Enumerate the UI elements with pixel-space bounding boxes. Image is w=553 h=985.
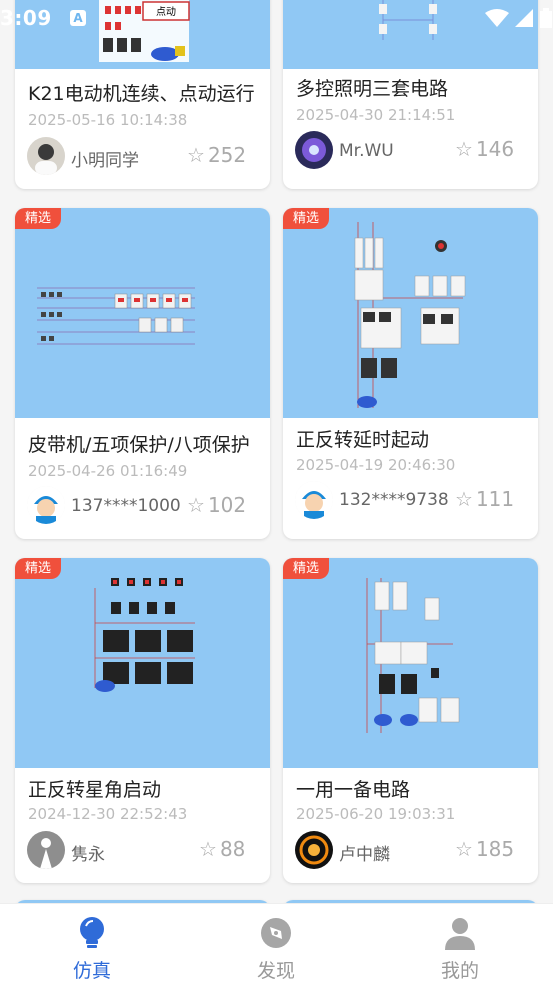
favorite-button[interactable]: ☆ 146 — [455, 137, 514, 161]
card-date: 2025-04-26 01:16:49 — [28, 462, 188, 480]
favorite-count: 111 — [475, 487, 515, 511]
favorite-button[interactable]: ☆ 88 — [199, 837, 245, 861]
card[interactable]: 精选 正反转延时起动 2025-04-19 20:46:30 132****97… — [283, 208, 538, 539]
favorite-button[interactable]: ☆ 102 — [187, 493, 246, 517]
bottom-tab-bar: 仿真 发现 我的 — [0, 903, 553, 985]
user-name: 132****9738 — [339, 490, 449, 510]
user-name: Mr.WU — [339, 141, 394, 161]
card[interactable]: 精选 正反转星角启动 2024-12-30 22:52:43 隽永 ☆ 88 — [15, 558, 270, 883]
card-date: 2025-04-19 20:46:30 — [296, 456, 456, 474]
circuit-diagram — [366, 578, 460, 733]
favorite-button[interactable]: ☆ 111 — [455, 487, 514, 511]
tab-mine[interactable]: 我的 — [400, 916, 520, 983]
avatar — [27, 137, 65, 175]
favorite-count: 88 — [219, 837, 246, 861]
star-icon: ☆ — [187, 493, 205, 517]
card-title: 多控照明三套电路 — [296, 78, 449, 100]
favorite-count: 185 — [475, 837, 515, 861]
star-icon: ☆ — [187, 143, 205, 167]
notification-icon: A — [70, 10, 86, 26]
card-title: K21电动机连续、点动运行 — [28, 83, 255, 105]
card-thumbnail: 精选 — [283, 558, 538, 768]
favorite-button[interactable]: ☆ 185 — [455, 837, 514, 861]
featured-tag: 精选 — [15, 558, 62, 579]
status-bar: 3:09 A — [0, 0, 553, 36]
signal-icon — [515, 9, 533, 27]
avatar — [295, 131, 333, 169]
favorite-count: 102 — [207, 493, 247, 517]
favorite-count: 252 — [207, 143, 247, 167]
featured-tag: 精选 — [15, 208, 62, 229]
circuit-diagram — [37, 287, 195, 345]
status-time: 3:09 — [0, 6, 52, 30]
star-icon: ☆ — [455, 137, 473, 161]
circuit-diagram — [94, 578, 195, 692]
bulb-icon — [80, 917, 104, 948]
compass-icon — [261, 918, 291, 948]
tab-simulation[interactable]: 仿真 — [32, 916, 152, 983]
card-title: 正反转星角启动 — [28, 779, 162, 801]
star-icon: ☆ — [199, 837, 217, 861]
card-title: 正反转延时起动 — [296, 429, 430, 451]
avatar — [295, 831, 333, 869]
card-title: 皮带机/五项保护/八项保护 — [28, 434, 250, 456]
user-name: 小明同学 — [71, 151, 139, 171]
avatar — [27, 486, 65, 524]
card-thumbnail: 精选 — [15, 558, 270, 768]
favorite-count: 146 — [475, 137, 515, 161]
user-name: 137****1000 — [71, 496, 181, 516]
tab-label: 发现 — [256, 960, 295, 982]
card-date: 2024-12-30 22:52:43 — [28, 805, 188, 823]
wifi-icon — [485, 9, 509, 27]
avatar — [295, 481, 333, 519]
favorite-button[interactable]: ☆ 252 — [187, 143, 246, 167]
star-icon: ☆ — [455, 837, 473, 861]
featured-tag: 精选 — [283, 558, 330, 579]
card-date: 2025-04-30 21:14:51 — [296, 106, 456, 124]
person-icon — [445, 918, 475, 950]
card-thumbnail: 精选 — [283, 208, 538, 418]
card-date: 2025-05-16 10:14:38 — [28, 111, 188, 129]
user-name: 隽永 — [71, 845, 105, 865]
star-icon: ☆ — [455, 487, 473, 511]
tab-label: 仿真 — [72, 960, 111, 982]
circuit-diagram — [354, 222, 466, 408]
system-icons — [485, 8, 553, 28]
card-date: 2025-06-20 19:03:31 — [296, 805, 456, 823]
tab-discover[interactable]: 发现 — [216, 916, 336, 983]
card-thumbnail: 精选 — [15, 208, 270, 418]
tab-label: 我的 — [440, 960, 479, 982]
featured-tag: 精选 — [283, 208, 330, 229]
user-name: 卢中麟 — [339, 845, 390, 865]
battery-icon — [540, 8, 552, 28]
card[interactable]: 精选 皮带机/五项保护/八项保护 2025-04-26 01:16:49 137… — [15, 208, 270, 539]
card[interactable]: 精选 一用一备电路 2025-06-20 19:03:31 卢中麟 ☆ 185 — [283, 558, 538, 883]
avatar — [27, 831, 65, 869]
card-title: 一用一备电路 — [296, 779, 411, 801]
